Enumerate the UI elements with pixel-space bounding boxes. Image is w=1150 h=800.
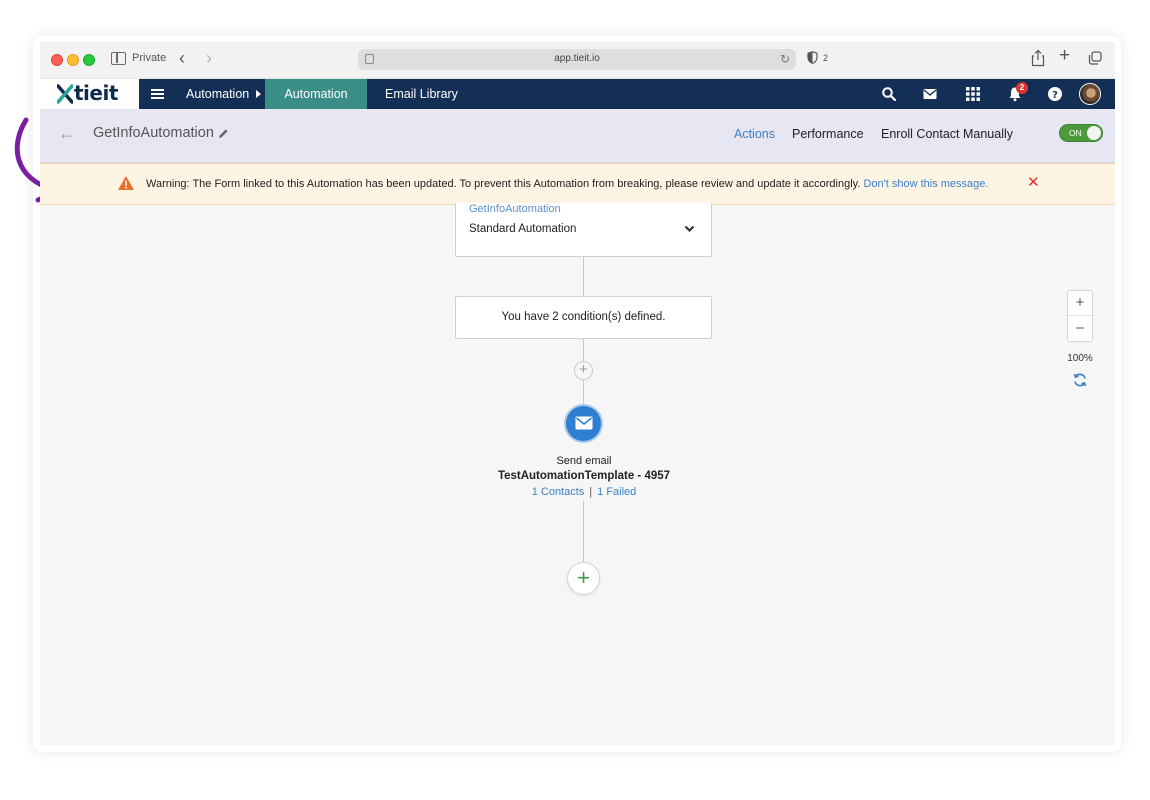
tab-automation[interactable]: Automation [265,79,367,115]
node-action-label: Send email [556,455,612,467]
automation-subheader: ← GetInfoAutomation Actions Performance … [40,109,1115,163]
logo-text: tieit [74,81,118,105]
minimize-window-button[interactable] [67,54,79,66]
user-avatar[interactable] [1079,83,1101,105]
zoom-in-button[interactable]: + [1068,291,1092,316]
reset-view-icon[interactable] [1072,372,1088,388]
node-stats: 1 Contacts | 1 Failed [444,486,724,498]
tab-email-library[interactable]: Email Library [385,87,458,101]
contacts-link[interactable]: 1 Contacts [532,486,585,498]
add-step-button[interactable]: + [567,562,600,595]
svg-text:?: ? [1052,90,1058,101]
help-icon[interactable]: ? [1047,86,1063,102]
zoom-level: 100% [1067,353,1093,364]
page-title: GetInfoAutomation [93,125,214,141]
warning-banner: Warning: The Form linked to this Automat… [40,163,1115,205]
breadcrumb-caret-icon [256,90,261,98]
toggle-label: ON [1069,128,1082,138]
zoom-controls: + − [1067,290,1093,342]
subnav-actions[interactable]: Actions [734,127,775,141]
notification-badge: 2 [1016,82,1028,94]
browser-window: Private ‹ › app.tieit.io ↻ 2 + tieit Aut… [40,42,1115,745]
browser-forward-icon[interactable]: › [206,48,212,68]
subnav-performance[interactable]: Performance [792,127,864,141]
browser-toolbar: Private ‹ › app.tieit.io ↻ 2 + [40,42,1115,79]
share-icon[interactable] [1031,49,1045,67]
hamburger-menu-icon[interactable] [151,89,164,99]
apps-grid-icon[interactable] [965,86,981,102]
connector-line [583,339,584,361]
close-window-button[interactable] [51,54,63,66]
automation-canvas[interactable]: GetInfoAutomation Standard Automation Yo… [40,203,1115,745]
logo-mark-icon [57,84,73,104]
edit-pencil-icon[interactable] [218,128,229,139]
browser-back-icon[interactable]: ‹ [179,48,185,68]
failed-link[interactable]: 1 Failed [597,486,636,498]
maximize-window-button[interactable] [83,54,95,66]
address-bar[interactable]: app.tieit.io ↻ [358,49,796,70]
privacy-shield-icon[interactable] [807,51,818,64]
url-text: app.tieit.io [554,53,600,64]
close-warning-icon[interactable]: ✕ [1027,175,1040,191]
chevron-down-icon[interactable] [684,225,695,233]
mail-icon[interactable] [922,86,938,102]
envelope-icon [575,416,593,430]
warning-text: Warning: The Form linked to this Automat… [146,178,861,190]
new-tab-icon[interactable]: + [1059,46,1070,66]
condition-card[interactable]: You have 2 condition(s) defined. [455,296,712,339]
tracker-count: 2 [823,53,829,63]
node-template-name: TestAutomationTemplate - 4957 [497,470,671,482]
connector-line [583,501,584,562]
trigger-type: Standard Automation [469,223,577,235]
sidebar-toggle-icon[interactable] [111,52,126,65]
warning-triangle-icon [118,176,134,190]
send-email-node[interactable] [564,404,603,443]
stats-separator: | [589,486,593,498]
add-step-small-button[interactable]: + [574,361,593,380]
warning-message: Warning: The Form linked to this Automat… [146,178,988,190]
automation-on-toggle[interactable]: ON [1059,124,1103,142]
trigger-name: GetInfoAutomation [469,203,561,215]
private-label: Private [132,52,167,64]
breadcrumb-automation[interactable]: Automation [186,87,249,101]
back-arrow-icon[interactable]: ← [58,123,76,144]
tab-overview-icon[interactable] [1088,51,1102,65]
connector-line [583,380,584,404]
subnav-enroll-contact-manually[interactable]: Enroll Contact Manually [881,127,1013,141]
zoom-out-button[interactable]: − [1068,317,1092,342]
reload-icon[interactable]: ↻ [780,52,790,66]
search-icon[interactable] [881,86,897,102]
toggle-knob [1087,126,1101,140]
connector-line [583,257,584,296]
trigger-card[interactable]: GetInfoAutomation Standard Automation [455,203,712,257]
dont-show-message-link[interactable]: Don't show this message. [863,178,988,190]
logo[interactable]: tieit [40,79,139,109]
app-header: tieit Automation Automation Email Librar… [40,79,1115,115]
